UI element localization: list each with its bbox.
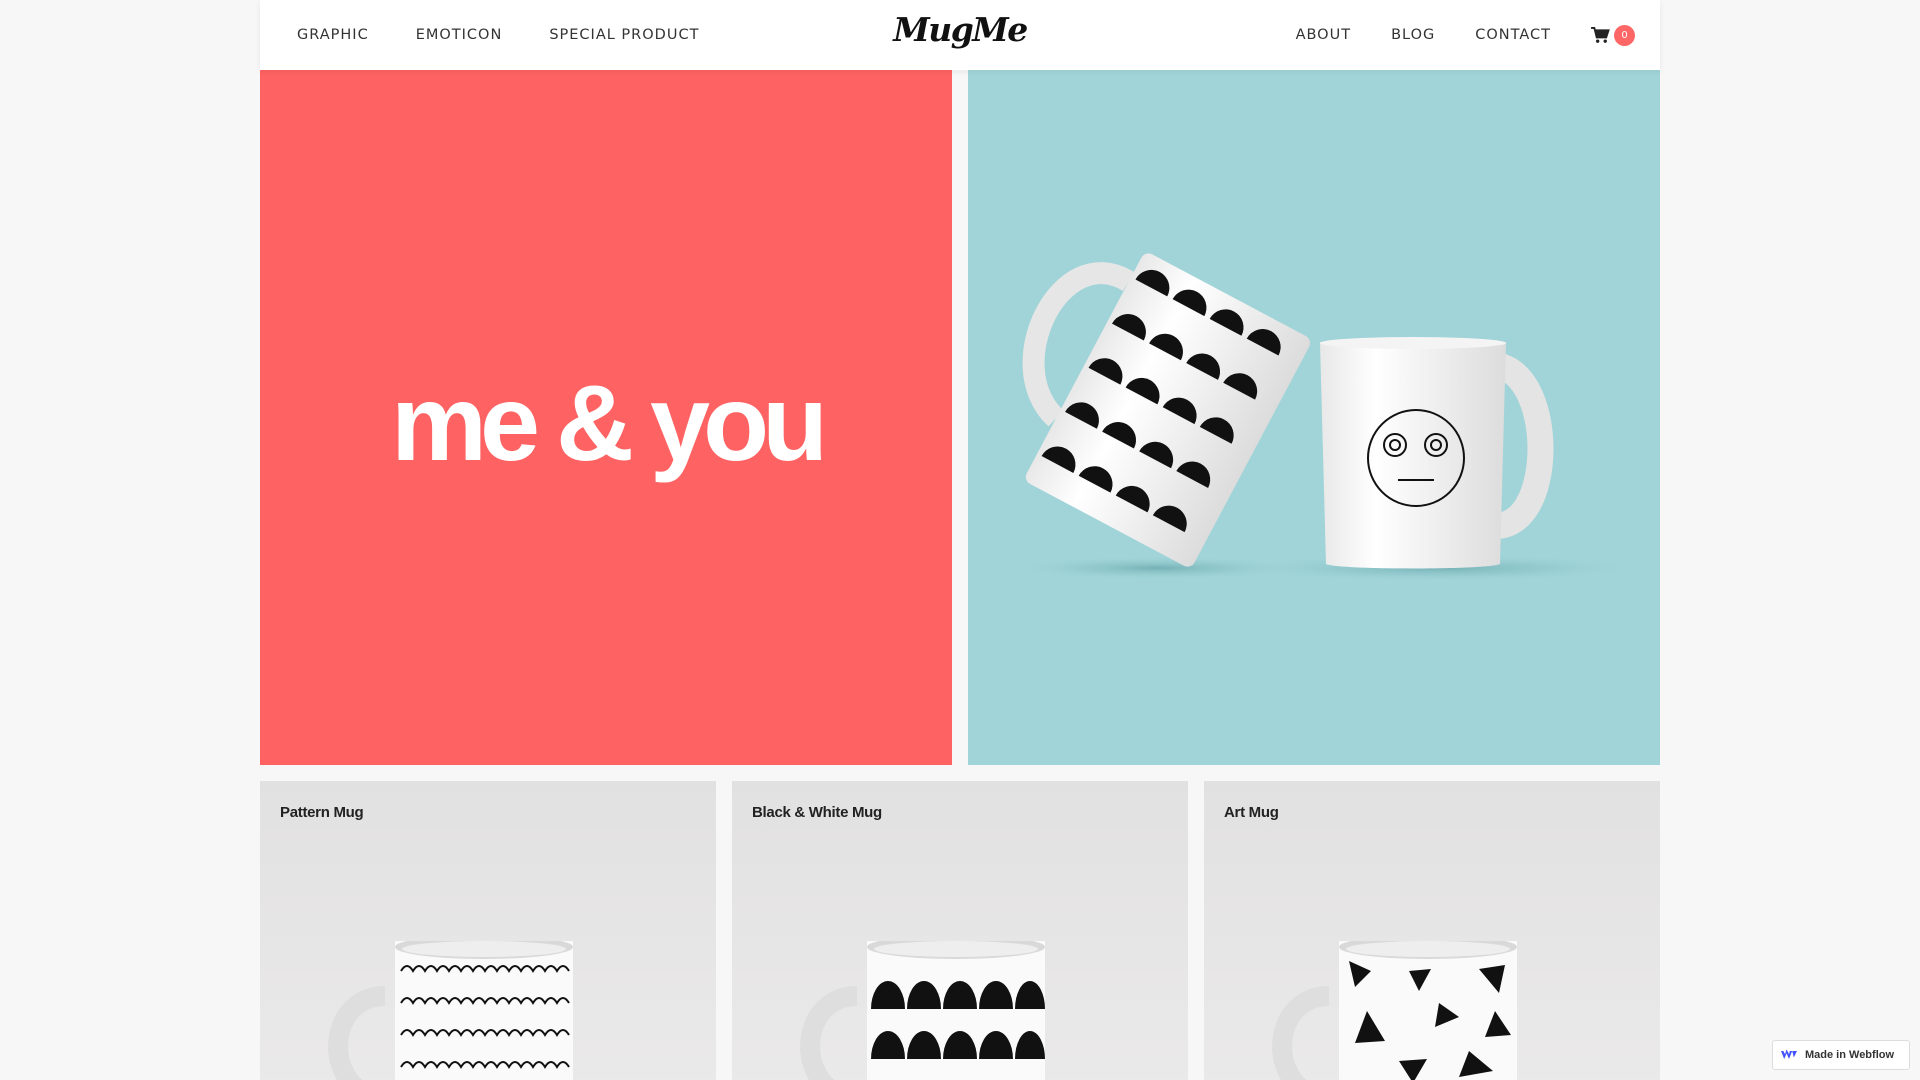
- hero-tagline-panel[interactable]: me & you: [260, 70, 952, 765]
- nav-link-contact[interactable]: CONTACT: [1475, 27, 1551, 43]
- hero-mugs-image[interactable]: [968, 70, 1660, 765]
- badge-label: Made in Webflow: [1805, 1049, 1895, 1061]
- black-white-mug-image: [800, 941, 1045, 1080]
- nav-link-graphic[interactable]: GRAPHIC: [297, 27, 369, 43]
- webflow-logo-icon: [1781, 1049, 1797, 1059]
- brand-logo[interactable]: MugMe: [893, 10, 1028, 49]
- nav-link-emoticon[interactable]: EMOTICON: [416, 27, 503, 43]
- made-in-webflow-badge[interactable]: Made in Webflow: [1772, 1040, 1910, 1070]
- nav-left-links: GRAPHIC EMOTICON SPECIAL PRODUCT: [297, 0, 699, 70]
- nav-right-links: ABOUT BLOG CONTACT 0: [1296, 0, 1635, 70]
- product-card-art-mug[interactable]: Art Mug: [1204, 781, 1660, 1080]
- cart-count-badge: 0: [1614, 24, 1635, 46]
- product-title: Art Mug: [1224, 804, 1279, 821]
- hero-tagline: me & you: [390, 362, 828, 483]
- top-nav: GRAPHIC EMOTICON SPECIAL PRODUCT MugMe A…: [260, 0, 1660, 70]
- product-title: Black & White Mug: [752, 804, 882, 821]
- art-mug-image: [1272, 941, 1517, 1080]
- nav-link-blog[interactable]: BLOG: [1391, 27, 1435, 43]
- product-card-pattern-mug[interactable]: Pattern Mug: [260, 781, 716, 1080]
- cart-icon: [1591, 26, 1610, 43]
- pattern-mug-image: [328, 941, 573, 1080]
- mugs-illustration: [1008, 253, 1648, 582]
- product-title: Pattern Mug: [280, 804, 364, 821]
- nav-link-about[interactable]: ABOUT: [1296, 27, 1352, 43]
- cart-button[interactable]: 0: [1591, 24, 1635, 46]
- product-card-black-white-mug[interactable]: Black & White Mug: [732, 781, 1188, 1080]
- nav-link-special-product[interactable]: SPECIAL PRODUCT: [549, 27, 699, 43]
- page-wrapper: GRAPHIC EMOTICON SPECIAL PRODUCT MugMe A…: [260, 0, 1660, 1080]
